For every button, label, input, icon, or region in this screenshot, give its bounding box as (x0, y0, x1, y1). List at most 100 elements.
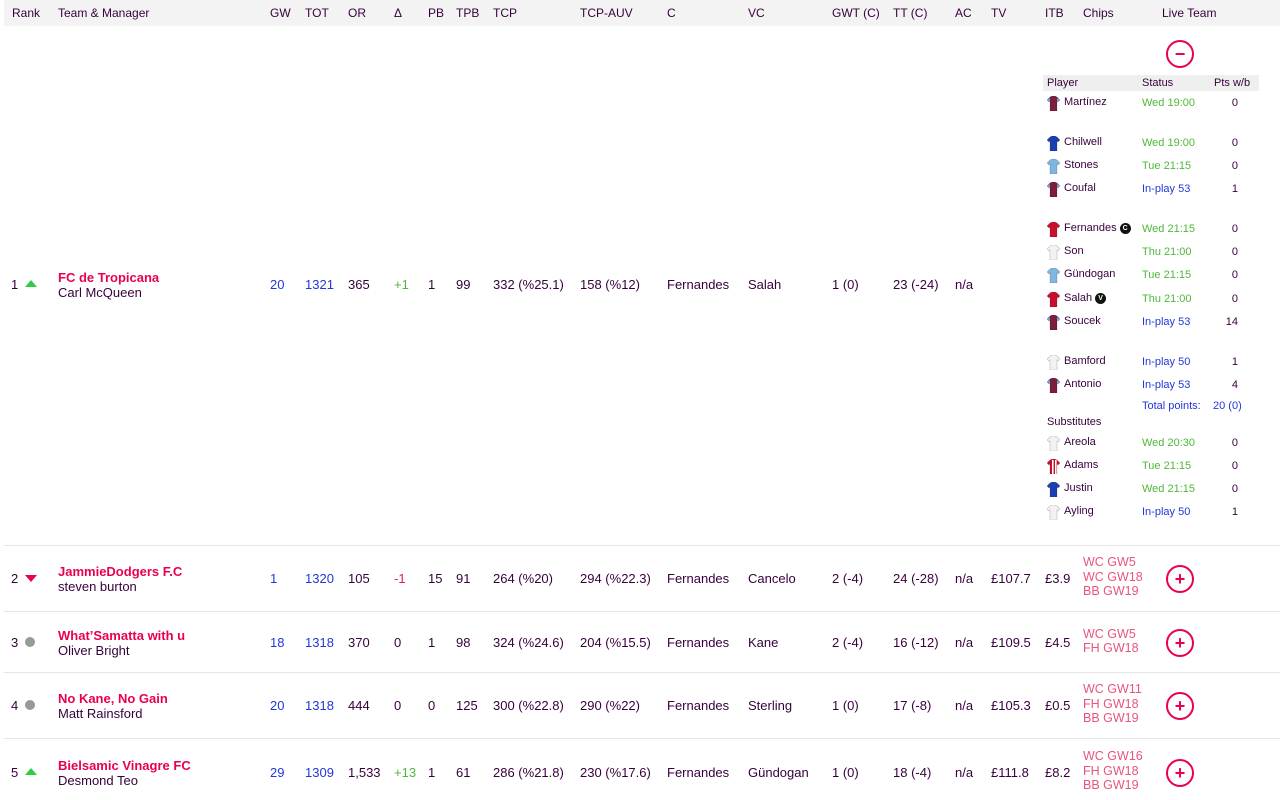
team-name-link[interactable]: JammieDodgers F.C (58, 564, 182, 579)
total-points-link[interactable]: 1318 (305, 635, 334, 650)
player-name[interactable]: Stones (1064, 159, 1098, 171)
chip-item: FH GW18 (1083, 697, 1142, 712)
gw-points-link[interactable]: 20 (270, 277, 284, 292)
header-captain[interactable]: C (667, 6, 676, 20)
overall-rank: 444 (348, 698, 370, 713)
gw-points-link[interactable]: 18 (270, 635, 284, 650)
expand-live-team-button[interactable]: + (1166, 692, 1194, 720)
player-shirt-icon (1047, 505, 1060, 520)
header-tcp-auv[interactable]: TCP-AUV (580, 6, 633, 20)
player-name[interactable]: Coufal (1064, 182, 1096, 194)
header-tcp[interactable]: TCP (493, 6, 517, 20)
header-live-team[interactable]: Live Team (1162, 6, 1216, 20)
player-name[interactable]: Gündogan (1064, 268, 1115, 280)
player-status: Wed 20:30 (1142, 437, 1195, 449)
expand-live-team-button[interactable]: + (1166, 759, 1194, 787)
player-status: Wed 21:15 (1142, 223, 1195, 235)
player-points: 0 (1218, 223, 1238, 235)
collapse-live-team-button[interactable]: − (1166, 40, 1194, 68)
table-header: Rank Team & Manager GW TOT OR Δ PB TPB T… (4, 0, 1280, 26)
total-points-link[interactable]: 1309 (305, 765, 334, 780)
header-or[interactable]: OR (348, 6, 366, 20)
header-tot[interactable]: TOT (305, 6, 329, 20)
player-name[interactable]: SalahV (1064, 292, 1106, 304)
rank-value: 2 (11, 571, 18, 586)
plus-icon: + (1175, 697, 1186, 715)
total-captain-points: 264 (%20) (493, 571, 553, 586)
team-value: £105.3 (991, 698, 1031, 713)
player-shirt-icon (1047, 222, 1060, 237)
player-name[interactable]: Bamford (1064, 355, 1106, 367)
player-status: Tue 21:15 (1142, 460, 1191, 472)
player-name-text: Soucek (1064, 315, 1101, 327)
total-points-bench: 125 (456, 698, 478, 713)
header-itb[interactable]: ITB (1045, 6, 1064, 20)
player-shirt-icon (1047, 292, 1060, 307)
captain-points-auv: 204 (%15.5) (580, 635, 651, 650)
header-vice-captain[interactable]: VC (748, 6, 765, 20)
gw-points-link[interactable]: 29 (270, 765, 284, 780)
total-points-link[interactable]: 1321 (305, 277, 334, 292)
total-points-bench: 99 (456, 277, 470, 292)
player-shirt-icon (1047, 96, 1060, 111)
active-chip: n/a (955, 571, 973, 586)
header-ac[interactable]: AC (955, 6, 972, 20)
header-gwt[interactable]: GWT (C) (832, 6, 880, 20)
team-name-link[interactable]: FC de Tropicana (58, 270, 159, 285)
header-delta[interactable]: Δ (394, 6, 402, 20)
row-divider (4, 672, 1280, 673)
player-name-text: Fernandes (1064, 222, 1117, 234)
rank-change: 0 (394, 698, 401, 713)
header-tt[interactable]: TT (C) (893, 6, 927, 20)
chip-item: WC GW16 (1083, 749, 1143, 764)
total-transfers: 16 (-12) (893, 635, 939, 650)
team-name-link[interactable]: What’Samatta with u (58, 628, 185, 643)
total-captain-points: 324 (%24.6) (493, 635, 564, 650)
rank-same-icon (25, 700, 35, 710)
header-pb[interactable]: PB (428, 6, 444, 20)
player-name-text: Coufal (1064, 182, 1096, 194)
total-transfers: 18 (-4) (893, 765, 931, 780)
team-name-link[interactable]: No Kane, No Gain (58, 691, 168, 706)
player-name[interactable]: Ayling (1064, 505, 1094, 517)
player-name[interactable]: Justin (1064, 482, 1093, 494)
header-chips[interactable]: Chips (1083, 6, 1114, 20)
total-points-bench: 61 (456, 765, 470, 780)
chip-item: WC GW5 (1083, 555, 1143, 570)
gw-transfers: 1 (0) (832, 277, 859, 292)
player-name[interactable]: Soucek (1064, 315, 1101, 327)
chips-list: WC GW5WC GW18BB GW19 (1083, 555, 1143, 599)
total-points-link[interactable]: 1320 (305, 571, 334, 586)
in-the-bank: £3.9 (1045, 571, 1070, 586)
player-name[interactable]: Martínez (1064, 96, 1107, 108)
live-team-header: Player Status Pts w/b (1043, 75, 1259, 91)
player-points: 1 (1218, 183, 1238, 195)
chip-item: BB GW19 (1083, 711, 1142, 726)
header-tpb[interactable]: TPB (456, 6, 479, 20)
player-name-text: Adams (1064, 459, 1098, 471)
header-gw[interactable]: GW (270, 6, 291, 20)
header-tv[interactable]: TV (991, 6, 1006, 20)
vice-captain-name: Salah (748, 277, 781, 292)
player-status: Thu 21:00 (1142, 293, 1192, 305)
expand-live-team-button[interactable]: + (1166, 565, 1194, 593)
total-points-link[interactable]: 1318 (305, 698, 334, 713)
team-name-link[interactable]: Bielsamic Vinagre FC (58, 758, 191, 773)
player-name[interactable]: FernandesC (1064, 222, 1131, 234)
total-captain-points: 300 (%22.8) (493, 698, 564, 713)
points-bench: 1 (428, 277, 435, 292)
gw-points-link[interactable]: 1 (270, 571, 277, 586)
expand-live-team-button[interactable]: + (1166, 629, 1194, 657)
gw-points-link[interactable]: 20 (270, 698, 284, 713)
player-name[interactable]: Antonio (1064, 378, 1101, 390)
total-transfers: 24 (-28) (893, 571, 939, 586)
header-rank[interactable]: Rank (12, 6, 40, 20)
player-shirt-icon (1047, 136, 1060, 151)
total-points-bench: 98 (456, 635, 470, 650)
header-team[interactable]: Team & Manager (58, 6, 149, 20)
manager-name: Carl McQueen (58, 285, 142, 300)
player-name[interactable]: Adams (1064, 459, 1098, 471)
player-name[interactable]: Son (1064, 245, 1084, 257)
player-name[interactable]: Areola (1064, 436, 1096, 448)
player-name[interactable]: Chilwell (1064, 136, 1102, 148)
